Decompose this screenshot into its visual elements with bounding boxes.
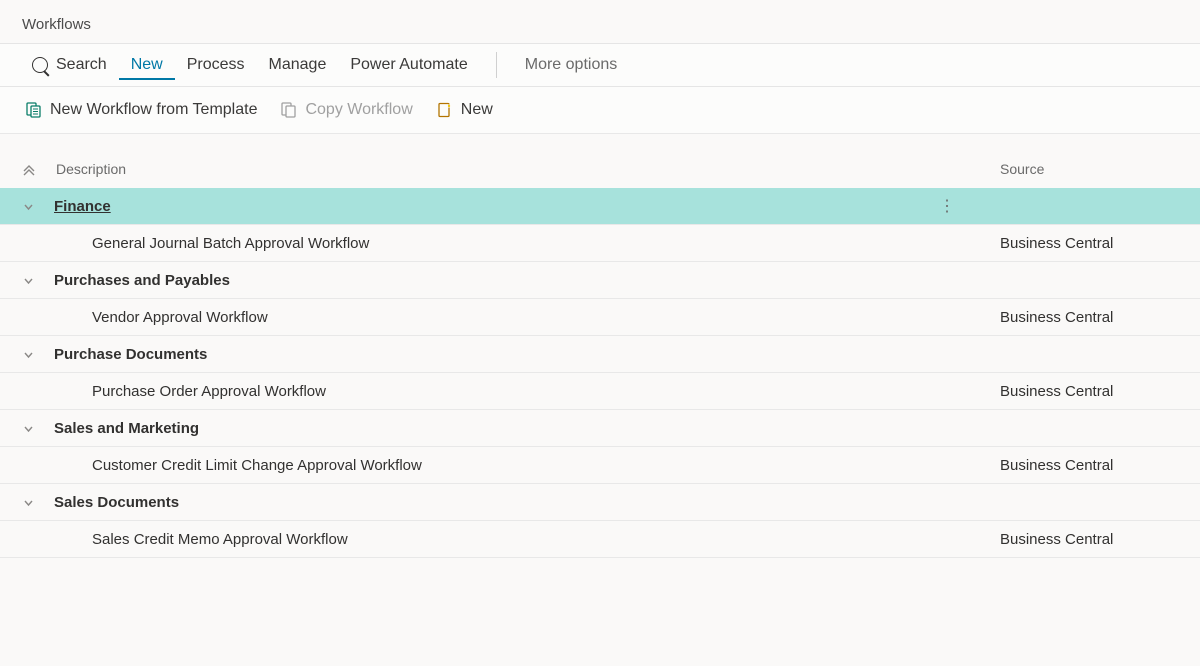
grid-header: Description Source (0, 134, 1200, 188)
search-action[interactable]: Search (20, 50, 119, 80)
group-row[interactable]: Purchase Documents (0, 336, 1200, 373)
chevron-down-icon[interactable] (20, 494, 36, 510)
row-source: Business Central (1000, 235, 1180, 252)
page-title: Workflows (0, 0, 1200, 43)
chevron-down-icon[interactable] (20, 198, 36, 214)
group-label: Sales and Marketing (54, 420, 1000, 437)
row-spacer (20, 383, 36, 399)
copy-workflow-button: Copy Workflow (269, 95, 424, 125)
column-source[interactable]: Source (1000, 161, 1180, 177)
group-label: Purchases and Payables (54, 272, 1000, 289)
grid-body: Finance⋮General Journal Batch Approval W… (0, 188, 1200, 558)
collapse-all-icon[interactable] (20, 160, 38, 178)
row-source: Business Central (1000, 383, 1180, 400)
group-row[interactable]: Purchases and Payables (0, 262, 1200, 299)
new-icon (437, 102, 453, 118)
group-row[interactable]: Sales and Marketing (0, 410, 1200, 447)
row-spacer (20, 309, 36, 325)
row-description: Sales Credit Memo Approval Workflow (54, 531, 1000, 548)
row-spacer (20, 531, 36, 547)
main-toolbar: Search New Process Manage Power Automate… (0, 43, 1200, 87)
more-options[interactable]: More options (513, 50, 630, 80)
table-row[interactable]: Customer Credit Limit Change Approval Wo… (0, 447, 1200, 484)
group-label: Finance (54, 198, 938, 215)
chevron-down-icon[interactable] (20, 420, 36, 436)
power-automate-menu[interactable]: Power Automate (338, 50, 479, 80)
group-label: Sales Documents (54, 494, 1000, 511)
search-label: Search (56, 56, 107, 74)
group-label: Purchase Documents (54, 346, 1000, 363)
search-icon (32, 57, 48, 73)
process-menu[interactable]: Process (175, 50, 257, 80)
chevron-down-icon[interactable] (20, 272, 36, 288)
row-source: Business Central (1000, 531, 1180, 548)
table-row[interactable]: Purchase Order Approval WorkflowBusiness… (0, 373, 1200, 410)
copy-icon (281, 102, 297, 118)
manage-menu[interactable]: Manage (257, 50, 339, 80)
new-label: New (461, 101, 493, 119)
new-menu[interactable]: New (119, 50, 175, 80)
table-row[interactable]: Sales Credit Memo Approval WorkflowBusin… (0, 521, 1200, 558)
row-spacer (20, 235, 36, 251)
toolbar-divider (496, 52, 497, 78)
new-workflow-from-template-label: New Workflow from Template (50, 101, 257, 119)
new-workflow-from-template-button[interactable]: New Workflow from Template (14, 95, 269, 125)
group-row[interactable]: Sales Documents (0, 484, 1200, 521)
row-source: Business Central (1000, 309, 1180, 326)
table-row[interactable]: General Journal Batch Approval WorkflowB… (0, 225, 1200, 262)
copy-workflow-label: Copy Workflow (305, 101, 412, 119)
row-description: Vendor Approval Workflow (54, 309, 1000, 326)
sub-toolbar: New Workflow from Template Copy Workflow… (0, 87, 1200, 134)
template-icon (26, 102, 42, 118)
group-row[interactable]: Finance⋮ (0, 188, 1200, 225)
column-description[interactable]: Description (52, 161, 1000, 177)
table-row[interactable]: Vendor Approval WorkflowBusiness Central (0, 299, 1200, 336)
new-button[interactable]: New (425, 95, 505, 125)
row-description: Customer Credit Limit Change Approval Wo… (54, 457, 1000, 474)
row-description: Purchase Order Approval Workflow (54, 383, 1000, 400)
row-spacer (20, 457, 36, 473)
chevron-down-icon[interactable] (20, 346, 36, 362)
row-source: Business Central (1000, 457, 1180, 474)
row-actions-icon[interactable]: ⋮ (938, 196, 956, 216)
row-description: General Journal Batch Approval Workflow (54, 235, 1000, 252)
